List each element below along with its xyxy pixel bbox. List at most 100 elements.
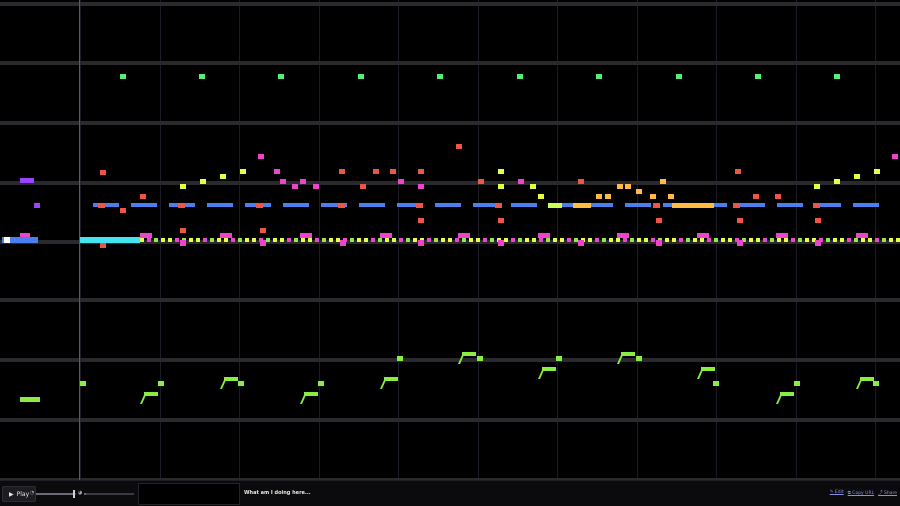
note bbox=[278, 74, 284, 79]
note bbox=[714, 238, 718, 242]
note bbox=[637, 238, 641, 242]
note bbox=[860, 377, 874, 381]
note bbox=[650, 194, 656, 199]
note bbox=[776, 233, 788, 238]
note bbox=[100, 243, 106, 248]
note bbox=[180, 240, 186, 246]
note bbox=[427, 238, 431, 242]
note bbox=[224, 377, 238, 381]
note bbox=[892, 154, 898, 159]
note bbox=[605, 194, 611, 199]
note bbox=[700, 238, 704, 242]
note bbox=[498, 184, 504, 189]
note bbox=[380, 233, 392, 238]
note bbox=[147, 238, 151, 242]
note bbox=[733, 203, 740, 208]
note bbox=[318, 381, 324, 386]
play-button-label: Play bbox=[16, 490, 30, 498]
note bbox=[416, 203, 423, 208]
note bbox=[625, 184, 631, 189]
note bbox=[530, 184, 536, 189]
note bbox=[364, 238, 368, 242]
note bbox=[721, 238, 725, 242]
note bbox=[245, 238, 249, 242]
note bbox=[224, 238, 228, 242]
note bbox=[630, 238, 634, 242]
note bbox=[456, 144, 462, 149]
song-overview-panel[interactable] bbox=[138, 483, 240, 505]
speed-slider-thumb[interactable] bbox=[73, 490, 75, 498]
note bbox=[483, 238, 487, 242]
note bbox=[397, 356, 403, 361]
note bbox=[777, 238, 781, 242]
note bbox=[357, 238, 361, 242]
play-icon: ▶ bbox=[9, 490, 14, 498]
note bbox=[462, 352, 476, 356]
note bbox=[399, 238, 403, 242]
row-line bbox=[0, 2, 900, 6]
note bbox=[556, 356, 562, 361]
note bbox=[617, 184, 623, 189]
note bbox=[4, 237, 10, 243]
note bbox=[763, 238, 767, 242]
note bbox=[252, 238, 256, 242]
note bbox=[373, 169, 379, 174]
note bbox=[791, 238, 795, 242]
note bbox=[693, 238, 697, 242]
note bbox=[826, 238, 830, 242]
note bbox=[378, 238, 382, 242]
note bbox=[833, 238, 837, 242]
note bbox=[478, 179, 484, 184]
note bbox=[240, 169, 246, 174]
note bbox=[686, 238, 690, 242]
note bbox=[80, 381, 86, 386]
note bbox=[596, 74, 602, 79]
note bbox=[623, 238, 627, 242]
note-slide bbox=[856, 380, 862, 389]
speed-slider[interactable] bbox=[36, 490, 76, 498]
note bbox=[847, 238, 851, 242]
note bbox=[490, 238, 494, 242]
slow-speed-icon: ◔ bbox=[30, 490, 35, 496]
note bbox=[455, 238, 459, 242]
volume-slider[interactable] bbox=[84, 493, 134, 495]
note bbox=[448, 238, 452, 242]
note bbox=[358, 74, 364, 79]
note bbox=[406, 238, 410, 242]
note bbox=[392, 238, 396, 242]
note bbox=[728, 238, 732, 242]
note bbox=[861, 238, 865, 242]
note bbox=[539, 238, 543, 242]
note bbox=[322, 238, 326, 242]
note bbox=[93, 203, 119, 207]
note bbox=[737, 218, 743, 223]
note bbox=[874, 169, 880, 174]
note bbox=[385, 238, 389, 242]
note bbox=[616, 238, 620, 242]
copy-url-link[interactable]: ⧉ Copy URL bbox=[848, 490, 874, 496]
note bbox=[258, 154, 264, 159]
note bbox=[120, 74, 126, 79]
note bbox=[602, 238, 606, 242]
note bbox=[644, 238, 648, 242]
share-link[interactable]: ⤴ Share bbox=[878, 490, 897, 496]
note bbox=[889, 238, 893, 242]
note-slide bbox=[380, 380, 386, 389]
note bbox=[697, 233, 709, 238]
note bbox=[140, 194, 146, 199]
note bbox=[336, 238, 340, 242]
note bbox=[20, 397, 40, 402]
note bbox=[120, 208, 126, 213]
note bbox=[266, 238, 270, 242]
note bbox=[158, 381, 164, 386]
edit-link[interactable]: ✎ Edit bbox=[830, 490, 844, 496]
note bbox=[770, 238, 774, 242]
note bbox=[80, 237, 140, 243]
piano-roll[interactable] bbox=[0, 0, 900, 480]
playback-bar: ▶ Play ◔ ◕ What am I doing here... ✎ Edi… bbox=[0, 480, 900, 506]
note bbox=[532, 238, 536, 242]
note bbox=[660, 179, 666, 184]
note bbox=[542, 367, 556, 371]
note bbox=[653, 203, 660, 208]
note bbox=[418, 218, 424, 223]
